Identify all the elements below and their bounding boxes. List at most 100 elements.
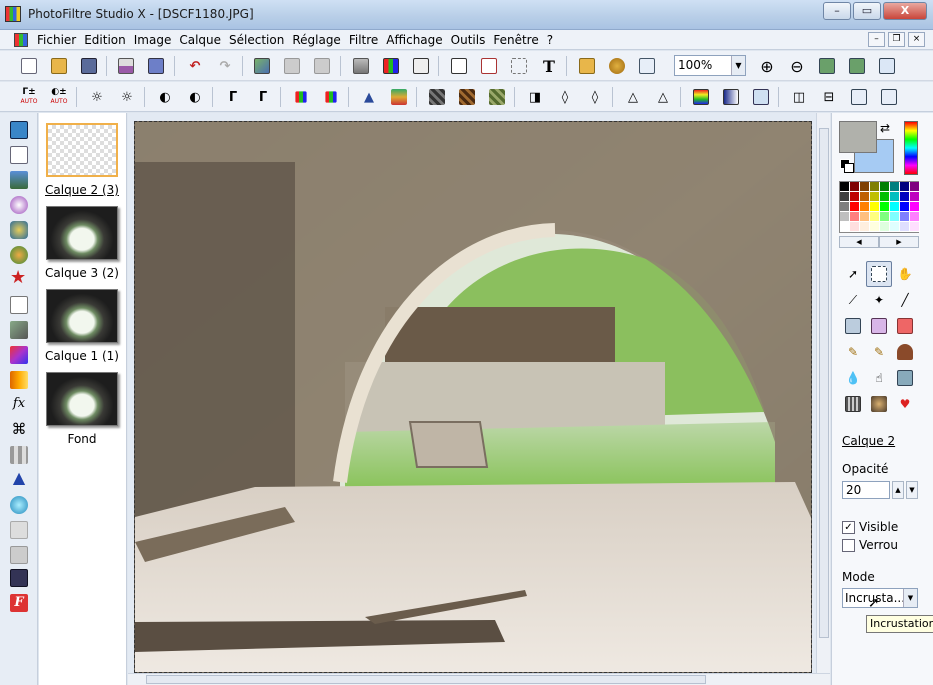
palette-swatch[interactable] <box>850 202 860 212</box>
levels-icon[interactable]: ▲ <box>358 86 380 108</box>
open-folder-icon[interactable] <box>48 55 70 77</box>
calculator-icon[interactable] <box>10 121 28 139</box>
palette-swatch[interactable] <box>900 192 910 202</box>
palette-swatch[interactable] <box>910 212 920 222</box>
flip-vertical-icon[interactable]: ⊟ <box>818 86 840 108</box>
magic-wand-tool[interactable]: ✦ <box>866 287 892 313</box>
menu-fichier[interactable]: Fichier <box>36 32 83 48</box>
fullscreen-icon[interactable] <box>636 55 658 77</box>
document-icon[interactable] <box>14 33 28 47</box>
palette-swatch[interactable] <box>880 192 890 202</box>
close-button[interactable]: X <box>883 2 927 20</box>
visible-option[interactable]: ✓ Visible <box>842 520 898 534</box>
palette-swatch[interactable] <box>870 192 880 202</box>
crop-icon[interactable] <box>508 55 530 77</box>
color-balance-icon[interactable] <box>690 86 712 108</box>
layer-thumbnail[interactable] <box>46 289 118 343</box>
stamp-tool[interactable] <box>892 339 918 365</box>
palette-swatch[interactable] <box>880 212 890 222</box>
color-spectrum[interactable] <box>904 121 918 175</box>
menu-reglage[interactable]: Réglage <box>291 32 348 48</box>
brush-tool[interactable]: ✎ <box>840 339 866 365</box>
drop-plus-icon[interactable]: ◊ <box>584 86 606 108</box>
smudge-tool[interactable]: ☝ <box>866 365 892 391</box>
circle-icon[interactable] <box>10 496 28 514</box>
page-icon[interactable] <box>10 296 28 314</box>
explorer-icon[interactable] <box>576 55 598 77</box>
spin-down-icon[interactable]: ▼ <box>906 481 918 499</box>
layer-item[interactable]: Fond <box>44 372 120 446</box>
palette-swatch[interactable] <box>890 182 900 192</box>
layer-thumbnail[interactable] <box>46 206 118 260</box>
texture-icon[interactable] <box>10 321 28 339</box>
text-tool-icon[interactable]: T <box>538 55 560 77</box>
menu-fenetre[interactable]: Fenêtre <box>492 32 545 48</box>
new-file-icon[interactable] <box>18 55 40 77</box>
doc-restore-button[interactable]: ❐ <box>888 32 905 47</box>
menu-help[interactable]: ? <box>546 32 560 48</box>
maximize-button[interactable]: ▭ <box>853 2 881 20</box>
blur-icon[interactable] <box>426 86 448 108</box>
menu-selection[interactable]: Sélection <box>228 32 291 48</box>
curves-icon[interactable] <box>388 86 410 108</box>
palette-swatch[interactable] <box>860 192 870 202</box>
palette-swatch[interactable] <box>900 212 910 222</box>
function-icon[interactable]: fx <box>10 395 28 413</box>
spin-up-icon[interactable]: ▲ <box>892 481 904 499</box>
slideshow-icon[interactable] <box>876 55 898 77</box>
flip-horizontal-icon[interactable]: ◫ <box>788 86 810 108</box>
effect-icon[interactable] <box>10 221 28 239</box>
contrast-plus-icon[interactable]: ◐ <box>184 86 206 108</box>
vertical-scrollbar[interactable] <box>816 113 830 673</box>
layer-item[interactable]: Calque 2 (3) <box>44 123 120 197</box>
menu-filtre[interactable]: Filtre <box>348 32 385 48</box>
hand-tool[interactable]: ✋ <box>892 261 918 287</box>
palette-swatch[interactable] <box>880 222 890 232</box>
brightness-minus-icon[interactable]: ☼ <box>86 86 108 108</box>
palette-swatch[interactable] <box>840 212 850 222</box>
save-2000-icon[interactable] <box>10 569 28 587</box>
app-icon[interactable] <box>5 6 21 22</box>
palette-swatch[interactable] <box>910 222 920 232</box>
gray-icon[interactable] <box>350 55 372 77</box>
noise-icon[interactable] <box>486 86 508 108</box>
saturation-minus-icon[interactable] <box>290 86 312 108</box>
palette-swatch[interactable] <box>850 212 860 222</box>
scroll-thumb[interactable] <box>146 675 706 684</box>
palette-swatch[interactable] <box>840 202 850 212</box>
brightness-plus-icon[interactable]: ☼ <box>116 86 138 108</box>
palette-next-icon[interactable]: ▶ <box>879 236 919 248</box>
menu-outils[interactable]: Outils <box>450 32 493 48</box>
visible-checkbox[interactable]: ✓ <box>842 520 855 534</box>
menu-calque[interactable]: Calque <box>178 32 228 48</box>
saturation-plus-icon[interactable] <box>320 86 342 108</box>
palette-swatch[interactable] <box>850 222 860 232</box>
zoom-out-icon[interactable]: ⊖ <box>786 55 808 77</box>
layer-item[interactable]: Calque 3 (2) <box>44 206 120 280</box>
sharpen-icon[interactable] <box>456 86 478 108</box>
palette-swatch[interactable] <box>860 182 870 192</box>
pointer-tool[interactable]: ➚ <box>840 261 866 287</box>
palette-swatch[interactable] <box>890 222 900 232</box>
eyedropper-tool[interactable]: ⟋ <box>840 287 866 313</box>
save-icon[interactable] <box>78 55 100 77</box>
monitor-icon[interactable] <box>10 546 28 564</box>
print-icon[interactable] <box>115 55 137 77</box>
palette-swatch[interactable] <box>890 202 900 212</box>
clone-tool[interactable] <box>840 391 866 417</box>
doc-close-button[interactable]: × <box>908 32 925 47</box>
copy-image-icon[interactable] <box>251 55 273 77</box>
sphere-icon[interactable] <box>10 196 28 214</box>
pattern-tool[interactable] <box>866 391 892 417</box>
color-palette[interactable] <box>839 181 920 233</box>
mosaic-icon[interactable] <box>10 446 28 464</box>
layer-item[interactable]: Calque 1 (1) <box>44 289 120 363</box>
command-icon[interactable]: ⌘ <box>10 420 28 438</box>
plugin-icon[interactable] <box>606 55 628 77</box>
photofiltre-icon[interactable]: F <box>10 594 28 612</box>
photo-canvas[interactable] <box>134 121 812 673</box>
opacity-input[interactable]: 20 <box>842 481 890 499</box>
gamma-plus-icon[interactable]: Γ <box>252 86 274 108</box>
orange-filter-icon[interactable] <box>10 371 28 389</box>
layer-thumbnail[interactable] <box>46 123 118 177</box>
